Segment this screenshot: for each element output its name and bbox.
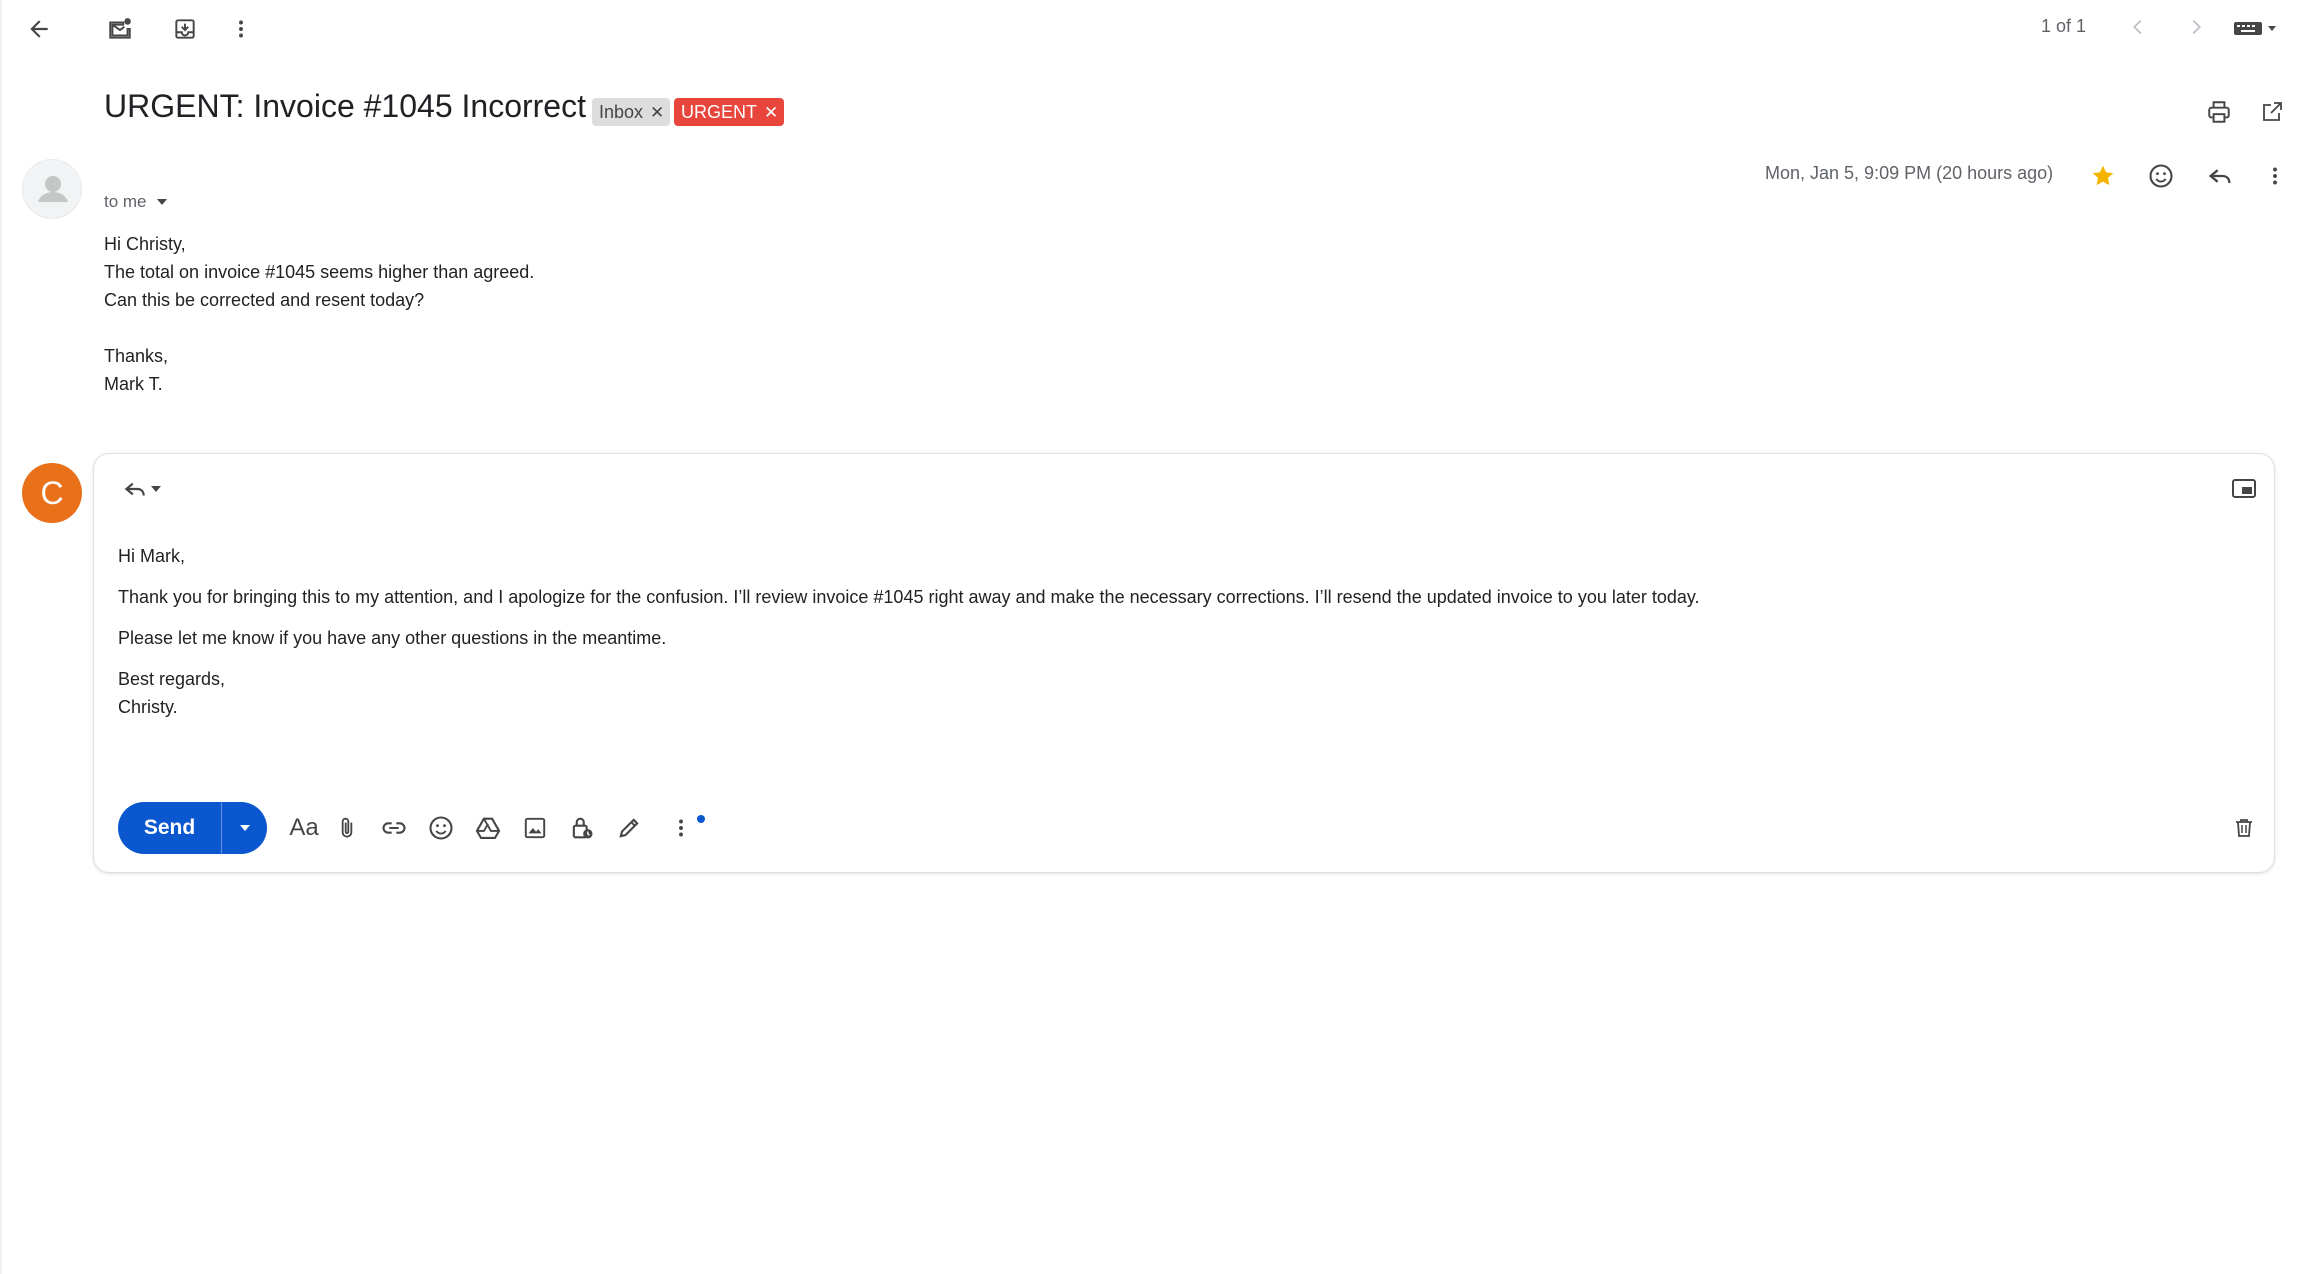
formatting-options-button[interactable]: Aa	[284, 811, 324, 845]
window-left-edge	[0, 0, 2, 1274]
back-arrow-icon[interactable]	[22, 12, 56, 46]
open-new-window-icon[interactable]	[2255, 95, 2289, 129]
send-button-group: Send	[118, 802, 267, 854]
reply-type-dropdown[interactable]	[114, 472, 170, 506]
drive-icon[interactable]	[471, 811, 505, 845]
more-options-icon[interactable]	[664, 811, 698, 845]
photo-icon[interactable]	[518, 811, 552, 845]
email-body: Hi Christy, The total on invoice #1045 s…	[104, 230, 534, 398]
caret-down-icon	[156, 199, 167, 205]
send-options-button[interactable]	[221, 802, 267, 854]
pop-out-reply-icon[interactable]	[2227, 472, 2261, 506]
caret-down-icon	[151, 486, 161, 492]
reply-closing: Best regards,	[118, 669, 226, 689]
recipient-details[interactable]: to me	[104, 192, 169, 212]
remove-label-icon[interactable]: ✕	[650, 104, 664, 121]
reply-arrow-icon	[124, 482, 145, 496]
reply-body[interactable]: Hi Mark, Thank you for bringing this to …	[118, 546, 1700, 718]
reply-paragraph: Please let me know if you have any other…	[118, 628, 667, 648]
reply-composer: Hi Mark, Thank you for bringing this to …	[93, 453, 2275, 873]
input-tools-keyboard-icon[interactable]	[2230, 12, 2282, 44]
more-vert-icon[interactable]	[224, 12, 258, 46]
body-line: The total on invoice #1045 seems higher …	[104, 262, 535, 282]
send-button[interactable]: Send	[118, 802, 221, 854]
email-date: Mon, Jan 5, 9:09 PM (20 hours ago)	[1765, 163, 2054, 183]
reply-signature: Christy.	[118, 697, 178, 717]
reply-user-avatar[interactable]: C	[22, 463, 82, 523]
caret-down-icon	[239, 825, 250, 831]
body-blank-line	[104, 314, 534, 342]
star-icon[interactable]	[2086, 159, 2120, 193]
recipient-text: to me	[104, 192, 147, 211]
confidential-lock-icon[interactable]	[565, 811, 599, 845]
body-line: Thanks,	[104, 346, 169, 366]
signature-pen-icon[interactable]	[612, 811, 646, 845]
label-chip-inbox[interactable]: Inbox ✕	[592, 98, 671, 126]
chevron-left-icon[interactable]	[2123, 12, 2153, 42]
email-subject: URGENT: Invoice #1045 Incorrect	[104, 88, 586, 124]
move-to-inbox-icon[interactable]	[168, 12, 202, 46]
label-urgent-text: URGENT	[681, 101, 757, 122]
sender-avatar[interactable]	[22, 159, 82, 219]
add-reaction-emoji-icon[interactable]	[2144, 159, 2178, 193]
body-line: Mark T.	[104, 374, 163, 394]
remove-label-icon[interactable]: ✕	[764, 104, 778, 121]
label-chip-urgent[interactable]: URGENT ✕	[674, 98, 785, 126]
reply-paragraph: Thank you for bringing this to my attent…	[118, 587, 1700, 607]
reply-greeting: Hi Mark,	[118, 546, 185, 566]
emoji-icon[interactable]	[424, 811, 458, 845]
print-icon[interactable]	[2202, 95, 2236, 129]
pagination-text: 1 of 1	[2041, 16, 2087, 36]
body-line: Can this be corrected and resent today?	[104, 290, 425, 310]
notification-dot	[697, 815, 705, 823]
discard-draft-trash-icon[interactable]	[2227, 811, 2261, 845]
attach-icon[interactable]	[330, 811, 364, 845]
message-more-vert-icon[interactable]	[2258, 159, 2292, 193]
body-line: Hi Christy,	[104, 234, 186, 254]
reply-icon[interactable]	[2203, 159, 2237, 193]
link-icon[interactable]	[377, 811, 411, 845]
mark-unread-icon[interactable]	[103, 12, 137, 46]
chevron-right-icon[interactable]	[2181, 12, 2211, 42]
label-inbox-text: Inbox	[599, 101, 644, 122]
